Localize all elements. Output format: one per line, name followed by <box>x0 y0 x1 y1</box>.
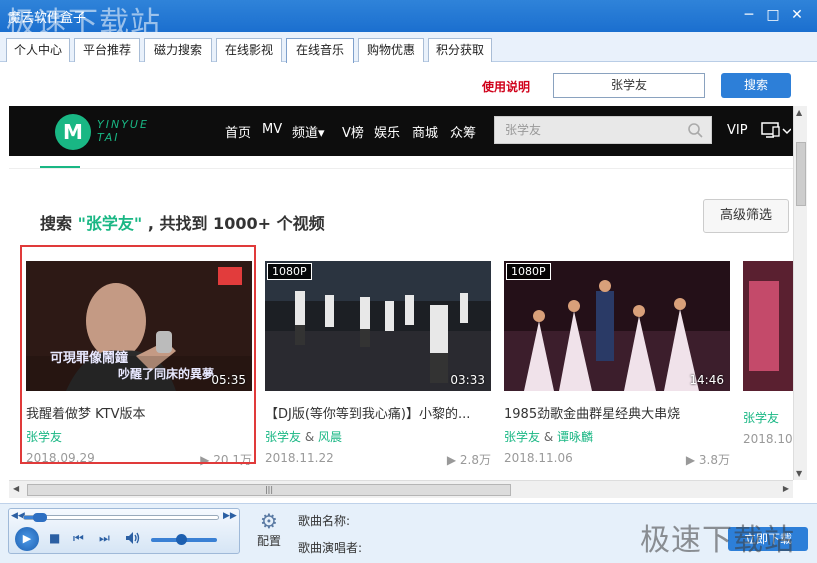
bottom-watermark: 极速下载站 <box>640 523 795 558</box>
title-bar: 魔云软件盒子 极速下载站 ─ □ ✕ <box>0 0 817 41</box>
scroll-thumb-horizontal[interactable]: ||| <box>27 484 511 496</box>
progress-bar[interactable] <box>23 513 219 522</box>
video-thumbnail[interactable] <box>743 261 793 391</box>
video-card[interactable]: 张学友 2018.10.2 <box>743 261 793 448</box>
tab-online-music[interactable]: 在线音乐 <box>286 38 354 63</box>
singer-label: 歌曲演唱者: <box>298 541 363 555</box>
music-player: ◀◀ ▶▶ ▶ ■ ⏮ ⏭ <box>8 508 240 554</box>
tab-personal-center[interactable]: 个人中心 <box>6 38 70 62</box>
site-logo-icon[interactable]: M <box>55 114 91 150</box>
nav-channel[interactable]: 频道▾ <box>292 122 325 141</box>
video-card[interactable]: 1080P 03:33 【DJ版(等你等到我心痛)】小黎的... 张学友 & 风… <box>265 261 491 467</box>
logo-line-2: TAI <box>97 131 120 144</box>
hd-badge: 1080P <box>506 263 551 280</box>
config-button[interactable]: ⚙ 配置 <box>250 510 288 549</box>
volume-slider[interactable] <box>151 534 217 545</box>
tab-platform-recommend[interactable]: 平台推荐 <box>74 38 140 62</box>
scroll-left-icon[interactable]: ◀ <box>13 484 19 493</box>
artist-link[interactable]: 张学友 <box>743 411 779 425</box>
tab-online-video[interactable]: 在线影视 <box>216 38 282 62</box>
video-title[interactable]: 1985劲歌金曲群星经典大串烧 <box>504 403 730 422</box>
song-name-label: 歌曲名称: <box>298 514 351 528</box>
video-thumbnail[interactable]: 1080P 14:46 <box>504 261 730 391</box>
progress-knob[interactable] <box>32 513 47 522</box>
video-thumbnail[interactable]: 1080P 03:33 <box>265 261 491 391</box>
divider <box>9 168 793 169</box>
video-duration: 03:33 <box>450 373 485 387</box>
music-web-view: M YINYUE TAI 首页 MV 频道▾ V榜 娱乐 商城 众筹 张学友 V… <box>9 106 793 480</box>
thumbnail-image <box>743 261 793 391</box>
video-views: ▶ 2.8万 <box>446 453 491 467</box>
artist-link[interactable]: 张学友 <box>265 430 301 444</box>
site-search-placeholder: 张学友 <box>505 123 542 137</box>
maximize-button[interactable]: □ <box>764 6 782 24</box>
tab-bar: 个人中心 平台推荐 磁力搜索 在线影视 在线音乐 购物优惠 积分获取 <box>0 32 817 63</box>
tab-magnet-search[interactable]: 磁力搜索 <box>144 38 212 62</box>
video-meta: 2018.10.2 <box>743 432 793 448</box>
monitor-icon[interactable] <box>761 122 791 140</box>
volume-knob[interactable] <box>175 534 187 545</box>
vertical-scrollbar[interactable]: ▲ ▼ <box>793 106 807 480</box>
video-duration: 14:46 <box>689 373 724 387</box>
stop-icon[interactable]: ■ <box>49 531 60 545</box>
site-logo-text: YINYUE TAI <box>97 118 149 144</box>
selection-highlight <box>20 245 256 464</box>
next-icon[interactable]: ⏭ <box>99 531 110 546</box>
advanced-filter-button[interactable]: 高级筛选 <box>703 199 789 233</box>
result-suffix: , 共找到 1000+ 个视频 <box>142 214 325 233</box>
search-result-summary: 搜索 "张学友" , 共找到 1000+ 个视频 <box>40 210 325 234</box>
video-title[interactable]: 【DJ版(等你等到我心痛)】小黎的... <box>265 403 491 422</box>
scroll-up-icon[interactable]: ▲ <box>796 108 802 117</box>
thumbnail-image <box>504 261 730 391</box>
hd-badge: 1080P <box>267 263 312 280</box>
video-meta: 2018.11.22 ▶ 2.8万 <box>265 451 491 467</box>
video-card[interactable]: 1080P 14:46 1985劲歌金曲群星经典大串烧 张学友 & 谭咏麟 20… <box>504 261 730 467</box>
video-meta: 2018.11.06 ▶ 3.8万 <box>504 451 730 467</box>
help-link[interactable]: 使用说明 <box>482 78 530 95</box>
nav-entertainment[interactable]: 娱乐 <box>374 122 400 141</box>
logo-line-1: YINYUE <box>97 118 149 131</box>
site-header: M YINYUE TAI 首页 MV 频道▾ V榜 娱乐 商城 众筹 张学友 V… <box>9 106 793 156</box>
scroll-right-icon[interactable]: ▶ <box>783 484 789 493</box>
nav-mv[interactable]: MV <box>262 122 282 137</box>
artist-link[interactable]: 张学友 <box>504 430 540 444</box>
video-views: ▶ 3.8万 <box>685 453 730 467</box>
video-artist: 张学友 & 风晨 <box>265 430 343 444</box>
result-keyword: "张学友" <box>77 214 143 233</box>
search-button[interactable]: 搜索 <box>721 73 791 98</box>
scroll-down-icon[interactable]: ▼ <box>796 469 802 478</box>
artist-link-2[interactable]: 风晨 <box>318 430 342 444</box>
gear-icon: ⚙ <box>260 509 278 533</box>
video-artist: 张学友 & 谭咏麟 <box>504 430 594 444</box>
site-search-input[interactable]: 张学友 <box>494 116 712 144</box>
config-label: 配置 <box>256 534 281 548</box>
artist-link-2[interactable]: 谭咏麟 <box>557 430 593 444</box>
video-date: 2018.10.2 <box>743 432 793 446</box>
nav-home[interactable]: 首页 <box>225 122 251 141</box>
play-icon[interactable]: ▶ <box>15 527 39 551</box>
close-button[interactable]: ✕ <box>788 6 806 24</box>
video-artist: 张学友 <box>743 409 793 426</box>
vip-link[interactable]: VIP <box>727 123 748 138</box>
volume-icon[interactable] <box>125 531 141 545</box>
nav-crowdfunding[interactable]: 众筹 <box>450 122 476 141</box>
search-input[interactable]: 张学友 <box>553 73 705 98</box>
tab-points[interactable]: 积分获取 <box>428 38 492 62</box>
video-date: 2018.11.06 <box>504 451 573 465</box>
result-prefix: 搜索 <box>40 214 78 233</box>
thumbnail-image <box>265 261 491 391</box>
nav-mall[interactable]: 商城 <box>412 122 438 141</box>
scroll-thumb[interactable] <box>796 142 806 206</box>
horizontal-scrollbar[interactable]: ◀ ||| ▶ <box>9 480 793 498</box>
nav-vchart[interactable]: V榜 <box>342 122 364 141</box>
minimize-button[interactable]: ─ <box>740 6 758 24</box>
video-date: 2018.11.22 <box>265 451 334 465</box>
fast-forward-icon[interactable]: ▶▶ <box>223 511 237 521</box>
search-icon[interactable] <box>687 122 703 138</box>
tab-shopping-deals[interactable]: 购物优惠 <box>358 38 424 62</box>
previous-icon[interactable]: ⏮ <box>73 531 84 546</box>
